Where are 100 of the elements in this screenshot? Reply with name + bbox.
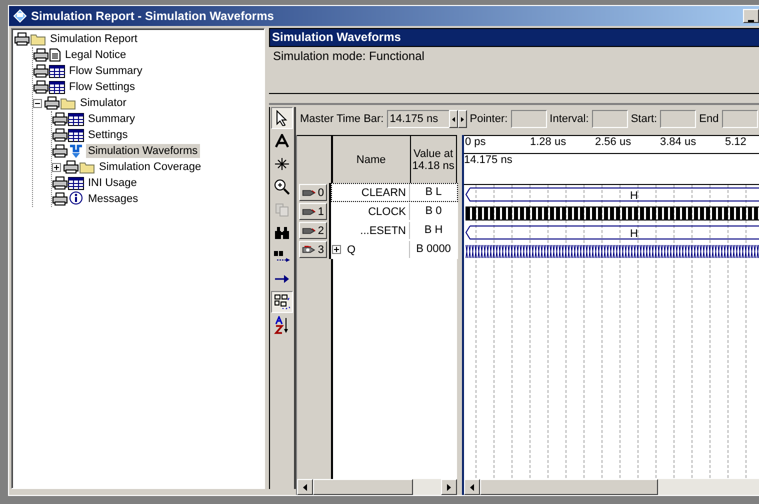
app-icon [13, 9, 27, 23]
right-arrow-icon [447, 484, 451, 490]
input-pin-icon [302, 188, 317, 198]
expand-toggle[interactable] [52, 162, 61, 172]
printer-icon [52, 144, 68, 158]
expand-toggle[interactable] [33, 98, 42, 108]
input-field[interactable] [722, 110, 758, 128]
tree-item[interactable]: INI Usage [86, 176, 139, 190]
tree-item[interactable]: Flow Summary [67, 64, 144, 78]
printer-icon [33, 48, 49, 62]
tree-item[interactable]: Simulation Report [48, 32, 140, 46]
column-header[interactable]: Name [332, 135, 411, 183]
left-arrow-icon [303, 484, 307, 490]
minimize-button[interactable] [743, 9, 759, 23]
expand-toggle[interactable] [332, 245, 341, 254]
panel-title: Simulation Waveforms [269, 28, 759, 47]
printer-icon [52, 128, 68, 142]
tree-item[interactable]: Simulation Coverage [97, 160, 204, 174]
node-index-button[interactable]: 2 [299, 222, 327, 239]
printer-icon [52, 192, 68, 206]
right-arrow-icon [274, 275, 290, 283]
field-label: Start: [630, 113, 658, 125]
ruler-tick: 2.56 us [594, 136, 632, 150]
mode-text: Simulation mode: Functional [269, 47, 759, 94]
ruler-tick: 5.12 [724, 136, 748, 150]
tree-item[interactable]: Messages [86, 192, 140, 206]
minimize-icon [748, 20, 754, 22]
plus-icon [334, 247, 339, 252]
signal-value: B 0000 [409, 241, 457, 258]
tree-item[interactable]: Summary [86, 112, 138, 126]
printer-icon [63, 160, 79, 174]
cursor-time: 14.175 ns [464, 154, 512, 166]
minus-icon [35, 100, 40, 106]
group-icon [274, 294, 290, 310]
printer-icon [33, 80, 49, 94]
printer-icon [52, 176, 68, 190]
signal-name: CLOCK [368, 206, 406, 218]
info-icon [68, 191, 84, 207]
tree-item[interactable]: Settings [86, 128, 130, 142]
signal-name: Q [347, 244, 357, 256]
printer-icon [52, 112, 68, 126]
input-pin-icon [302, 226, 317, 236]
plus-icon [54, 164, 59, 170]
zoom-icon [274, 179, 290, 195]
signal-row[interactable]: Q B 0000 [331, 240, 458, 259]
document-icon [49, 48, 61, 62]
ruler-tick: 1.28 us [529, 136, 568, 150]
field-label: End [699, 113, 719, 125]
scroll-right-button[interactable] [441, 479, 457, 495]
time-field[interactable]: 14.175 ns [386, 110, 451, 128]
scroll-left-button[interactable] [297, 479, 313, 495]
input-field[interactable] [510, 110, 547, 128]
tree-item[interactable]: Legal Notice [63, 48, 128, 62]
scrollbar-thumb[interactable] [313, 479, 413, 495]
scroll-left-button[interactable] [464, 479, 480, 495]
tree-item[interactable]: Simulator [78, 96, 128, 110]
signal-value: B L [409, 184, 457, 201]
output-pin-icon [302, 244, 317, 254]
ruler-tick: 0 ps [464, 136, 487, 150]
tree-item[interactable]: Flow Settings [67, 80, 138, 94]
node-index-button[interactable]: 3 [299, 241, 327, 258]
signal-row[interactable]: CLOCK B 0 [331, 202, 458, 221]
printer-icon [14, 32, 30, 46]
waveform-icon [68, 143, 84, 159]
tool-button[interactable] [271, 107, 293, 129]
table-icon [49, 64, 65, 78]
text-tool-icon [275, 134, 289, 148]
left-arrow-icon [470, 484, 474, 490]
input-pin-icon [302, 206, 317, 216]
signal-name: ...ESETN [360, 224, 406, 236]
wave-value: H [630, 228, 638, 240]
table-icon [49, 80, 65, 94]
signal-value: B H [409, 222, 457, 239]
node-index-button[interactable]: 0 [299, 184, 327, 201]
column-header[interactable]: Value at 14.18 ns [410, 135, 457, 183]
binoculars-icon [274, 226, 290, 240]
printer-icon [44, 96, 60, 110]
table-icon [68, 112, 84, 126]
scrollbar-thumb[interactable] [480, 479, 658, 495]
field-label: Interval: [550, 113, 589, 125]
tool-button[interactable] [271, 291, 293, 313]
field-label: Pointer: [470, 113, 508, 125]
signal-row[interactable]: ...ESETN B H [331, 221, 458, 240]
window-title: Simulation Report - Simulation Waveforms [31, 9, 275, 23]
tree-item[interactable]: Simulation Waveforms [86, 144, 200, 158]
input-field[interactable] [592, 110, 628, 128]
folder-icon [60, 96, 76, 110]
signal-row[interactable]: CLEARN B L [331, 183, 458, 202]
printer-icon [33, 64, 49, 78]
sort-icon [274, 316, 290, 334]
field-label: Master Time Bar: [300, 113, 384, 125]
node-index-button[interactable]: 1 [299, 203, 327, 220]
input-field[interactable] [660, 110, 696, 128]
folder-icon [30, 32, 46, 46]
signal-value: B 0 [409, 203, 457, 220]
wave-value: H [630, 190, 638, 202]
copy-icon [275, 203, 289, 217]
table-icon [68, 176, 84, 190]
node-icon [274, 157, 290, 171]
folder-icon [79, 160, 95, 174]
